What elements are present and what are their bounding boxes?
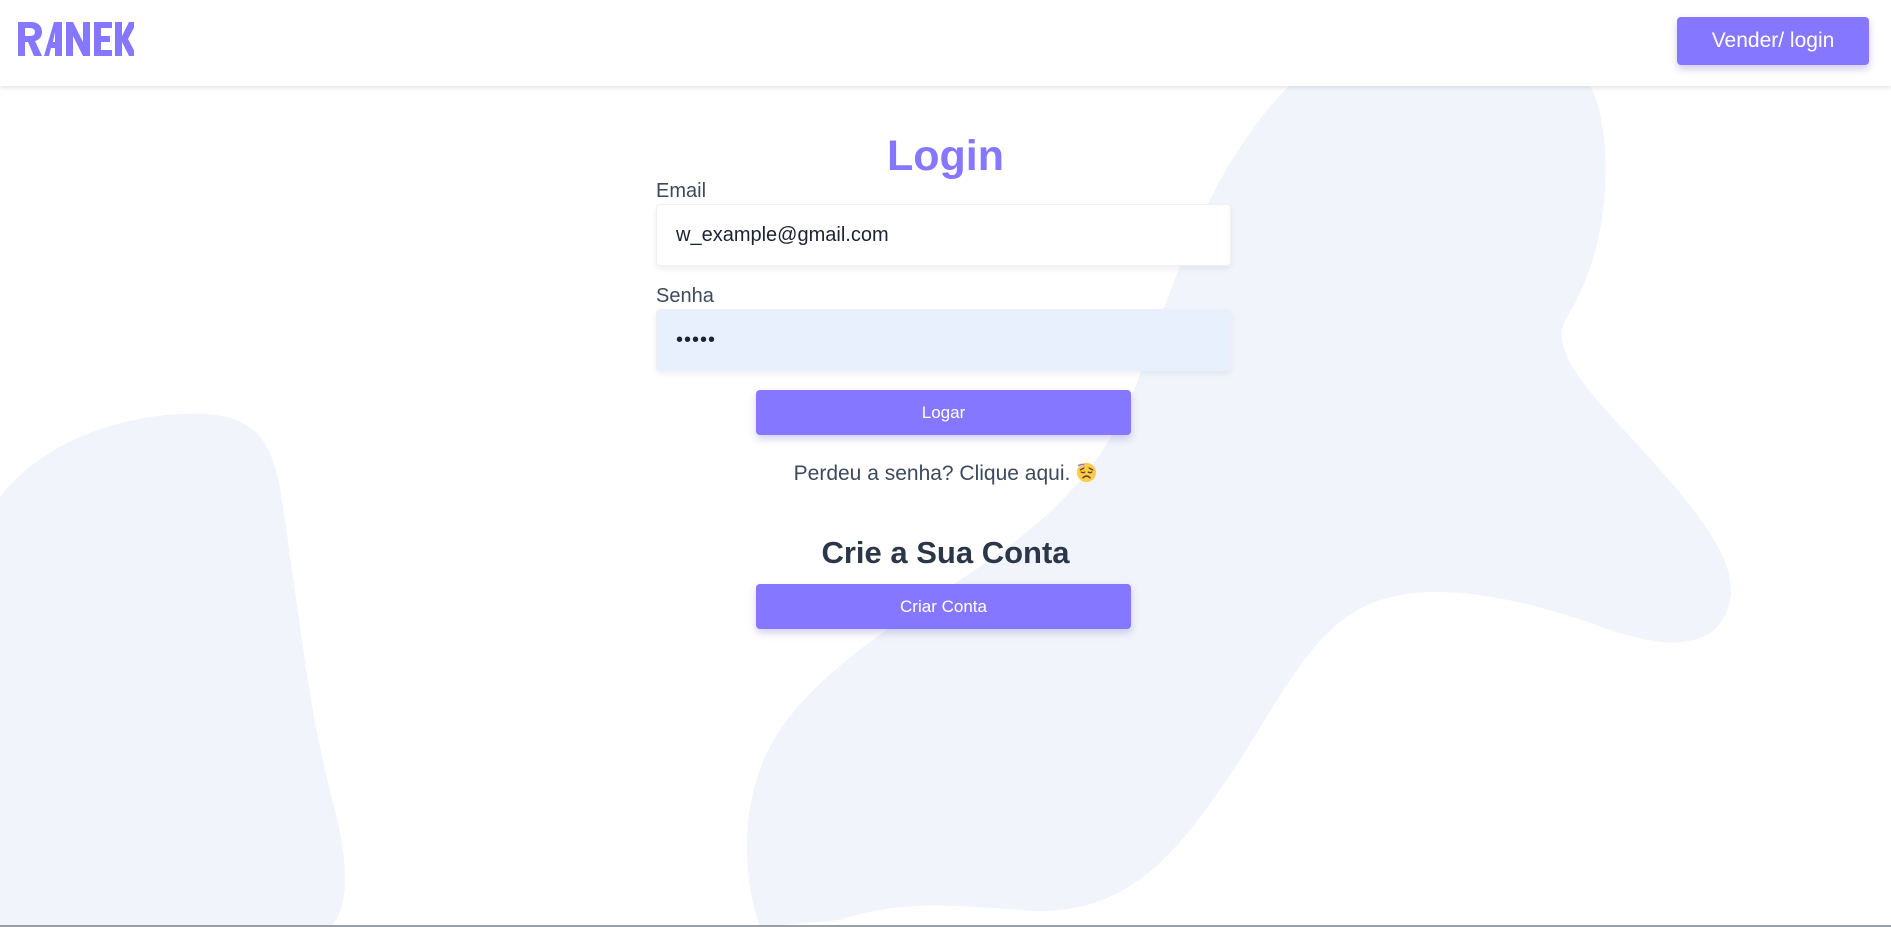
logar-button[interactable]: Logar xyxy=(756,390,1131,435)
email-label: Email xyxy=(656,180,707,202)
email-field[interactable] xyxy=(656,204,1231,266)
login-form-section: Login Email Senha Logar Perdeu a senha? … xyxy=(0,0,1891,927)
password-label: Senha xyxy=(656,285,714,307)
lost-password-link[interactable]: Perdeu a senha? Clique aqui. xyxy=(794,462,1071,485)
password-field[interactable] xyxy=(656,309,1231,371)
criar-conta-button[interactable]: Criar Conta xyxy=(756,584,1131,629)
page: Vender/ login Login Email Senha Logar Pe… xyxy=(0,0,1891,927)
vender-login-button[interactable]: Vender/ login xyxy=(1677,17,1869,65)
login-title: Login xyxy=(886,132,1004,180)
lost-password-row: Perdeu a senha? Clique aqui. xyxy=(0,462,1891,486)
weary-face-icon xyxy=(1077,462,1097,483)
top-header: Vender/ login xyxy=(0,0,1891,86)
create-account-title: Crie a Sua Conta xyxy=(821,535,1070,570)
ranek-logo[interactable] xyxy=(18,22,134,56)
